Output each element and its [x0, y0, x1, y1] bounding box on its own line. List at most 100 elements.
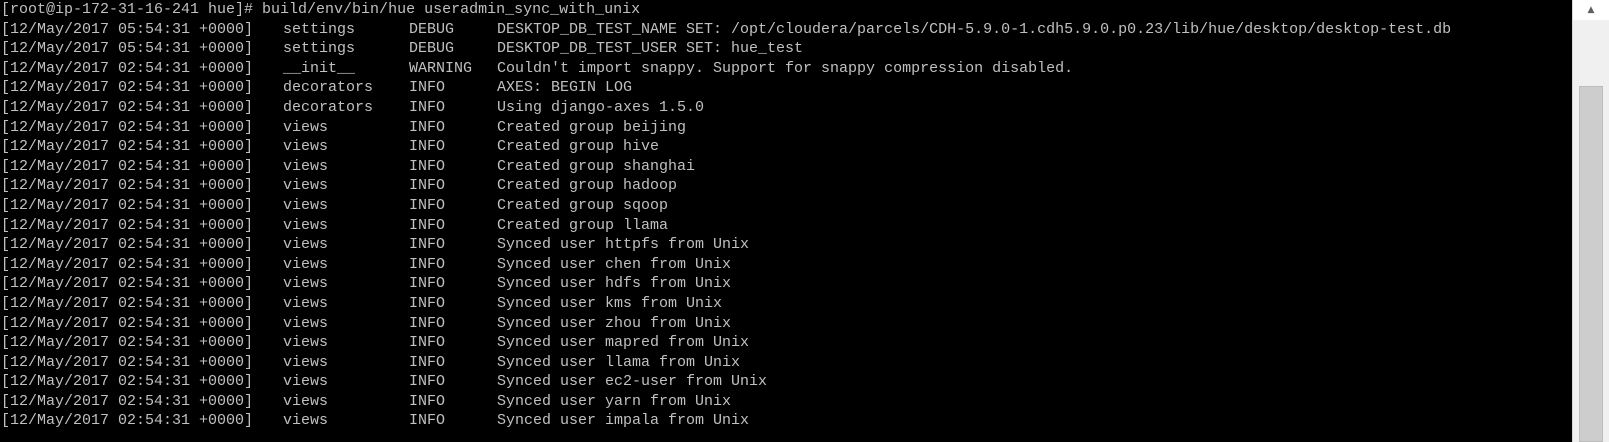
log-level: DEBUG: [409, 20, 455, 38]
log-level: INFO: [409, 118, 446, 136]
log-module: views: [283, 412, 329, 430]
log-level: INFO: [409, 412, 446, 430]
log-message: AXES: BEGIN LOG: [497, 79, 633, 97]
log-module: views: [283, 353, 329, 371]
log-module: views: [283, 392, 329, 410]
scrollbar-thumb[interactable]: [1579, 86, 1603, 442]
log-module: views: [283, 314, 329, 332]
log-message: Synced user impala from Unix: [497, 412, 750, 430]
log-timestamp: [12/May/2017 02:54:31 +0000]: [1, 59, 254, 77]
log-message: Synced user ec2-user from Unix: [497, 373, 768, 391]
log-line: [12/May/2017 02:54:31 +0000] decorators IN…: [1, 98, 1572, 118]
log-message: Synced user zhou from Unix: [497, 314, 732, 332]
log-module: views: [283, 236, 329, 254]
log-level: WARNING: [409, 59, 473, 77]
log-module: views: [283, 157, 329, 175]
log-module: decorators: [283, 98, 374, 116]
log-message: Synced user hdfs from Unix: [497, 275, 732, 293]
log-line: [12/May/2017 02:54:31 +0000] views INFO Syn…: [1, 372, 1572, 392]
log-module: views: [283, 334, 329, 352]
log-line: [12/May/2017 02:54:31 +0000] views INFO Cre…: [1, 157, 1572, 177]
log-timestamp: [12/May/2017 02:54:31 +0000]: [1, 334, 254, 352]
log-module: views: [283, 255, 329, 273]
log-module: views: [283, 275, 329, 293]
log-timestamp: [12/May/2017 02:54:31 +0000]: [1, 373, 254, 391]
log-message: Created group hive: [497, 138, 660, 156]
log-line: [12/May/2017 02:54:31 +0000] views INFO Syn…: [1, 333, 1572, 353]
log-level: DEBUG: [409, 40, 455, 58]
log-line: [12/May/2017 02:54:31 +0000] views INFO Syn…: [1, 274, 1572, 294]
log-timestamp: [12/May/2017 02:54:31 +0000]: [1, 216, 254, 234]
log-message: Synced user kms from Unix: [497, 294, 723, 312]
log-level: INFO: [409, 392, 446, 410]
log-line: [12/May/2017 02:54:31 +0000] decorators IN…: [1, 78, 1572, 98]
log-line: [12/May/2017 05:54:31 +0000] settings DEBU…: [1, 20, 1572, 40]
log-module: decorators: [283, 79, 374, 97]
log-line: [12/May/2017 02:54:31 +0000] views INFO Cre…: [1, 196, 1572, 216]
log-line: [12/May/2017 02:54:31 +0000] views INFO Syn…: [1, 314, 1572, 334]
log-module: settings: [283, 20, 356, 38]
log-message: Synced user chen from Unix: [497, 255, 732, 273]
log-line: [12/May/2017 02:54:31 +0000] __init__ WARN…: [1, 59, 1572, 79]
log-line: [12/May/2017 02:54:31 +0000] views INFO Cre…: [1, 137, 1572, 157]
log-line: [12/May/2017 02:54:31 +0000] views INFO Syn…: [1, 235, 1572, 255]
log-level: INFO: [409, 275, 446, 293]
terminal-window[interactable]: [root@ip-172-31-16-241 hue]# build/env/b…: [0, 0, 1572, 442]
log-line: [12/May/2017 02:54:31 +0000] views INFO Syn…: [1, 353, 1572, 373]
terminal-output: [root@ip-172-31-16-241 hue]# build/env/b…: [0, 0, 1572, 431]
log-level: INFO: [409, 98, 446, 116]
log-module: settings: [283, 40, 356, 58]
log-message: DESKTOP_DB_TEST_NAME SET: /opt/cloudera/…: [497, 20, 1452, 38]
log-level: INFO: [409, 216, 446, 234]
log-module: __init__: [283, 59, 356, 77]
log-message: DESKTOP_DB_TEST_USER SET: hue_test: [497, 40, 804, 58]
log-timestamp: [12/May/2017 02:54:31 +0000]: [1, 255, 254, 273]
log-line: [12/May/2017 02:54:31 +0000] views INFO Syn…: [1, 392, 1572, 412]
log-timestamp: [12/May/2017 02:54:31 +0000]: [1, 177, 254, 195]
log-level: INFO: [409, 157, 446, 175]
log-timestamp: [12/May/2017 02:54:31 +0000]: [1, 157, 254, 175]
log-timestamp: [12/May/2017 02:54:31 +0000]: [1, 79, 254, 97]
log-level: INFO: [409, 79, 446, 97]
log-message: Synced user yarn from Unix: [497, 392, 732, 410]
log-timestamp: [12/May/2017 02:54:31 +0000]: [1, 412, 254, 430]
log-timestamp: [12/May/2017 02:54:31 +0000]: [1, 196, 254, 214]
log-message: Synced user mapred from Unix: [497, 334, 750, 352]
log-module: views: [283, 373, 329, 391]
log-message: Couldn't import snappy. Support for snap…: [497, 59, 1074, 77]
log-message: Synced user httpfs from Unix: [497, 236, 750, 254]
log-timestamp: [12/May/2017 02:54:31 +0000]: [1, 392, 254, 410]
log-timestamp: [12/May/2017 02:54:31 +0000]: [1, 275, 254, 293]
log-message: Created group sqoop: [497, 196, 669, 214]
log-level: INFO: [409, 177, 446, 195]
log-timestamp: [12/May/2017 02:54:31 +0000]: [1, 138, 254, 156]
log-line: [12/May/2017 02:54:31 +0000] views INFO Cre…: [1, 118, 1572, 138]
log-lines: [12/May/2017 05:54:31 +0000] settings DEBU…: [1, 20, 1572, 431]
log-module: views: [283, 294, 329, 312]
log-timestamp: [12/May/2017 02:54:31 +0000]: [1, 118, 254, 136]
log-message: Synced user llama from Unix: [497, 353, 741, 371]
log-module: views: [283, 118, 329, 136]
log-timestamp: [12/May/2017 02:54:31 +0000]: [1, 236, 254, 254]
log-timestamp: [12/May/2017 02:54:31 +0000]: [1, 98, 254, 116]
arrow-up-icon[interactable]: ▲: [1573, 0, 1609, 20]
log-level: INFO: [409, 138, 446, 156]
log-timestamp: [12/May/2017 05:54:31 +0000]: [1, 40, 254, 58]
log-level: INFO: [409, 314, 446, 332]
log-level: INFO: [409, 255, 446, 273]
log-message: Created group beijing: [497, 118, 687, 136]
log-level: INFO: [409, 353, 446, 371]
log-level: INFO: [409, 196, 446, 214]
log-timestamp: [12/May/2017 02:54:31 +0000]: [1, 314, 254, 332]
log-message: Using django-axes 1.5.0: [497, 98, 705, 116]
log-line: [12/May/2017 02:54:31 +0000] views INFO Cre…: [1, 216, 1572, 236]
log-line: [12/May/2017 02:54:31 +0000] views INFO Syn…: [1, 255, 1572, 275]
log-level: INFO: [409, 294, 446, 312]
log-level: INFO: [409, 373, 446, 391]
log-line: [12/May/2017 02:54:31 +0000] views INFO Syn…: [1, 411, 1572, 431]
vertical-scrollbar[interactable]: ▲: [1572, 0, 1609, 442]
command-prompt-line: [root@ip-172-31-16-241 hue]# build/env/b…: [1, 1, 641, 18]
log-timestamp: [12/May/2017 05:54:31 +0000]: [1, 20, 254, 38]
log-module: views: [283, 177, 329, 195]
log-level: INFO: [409, 334, 446, 352]
